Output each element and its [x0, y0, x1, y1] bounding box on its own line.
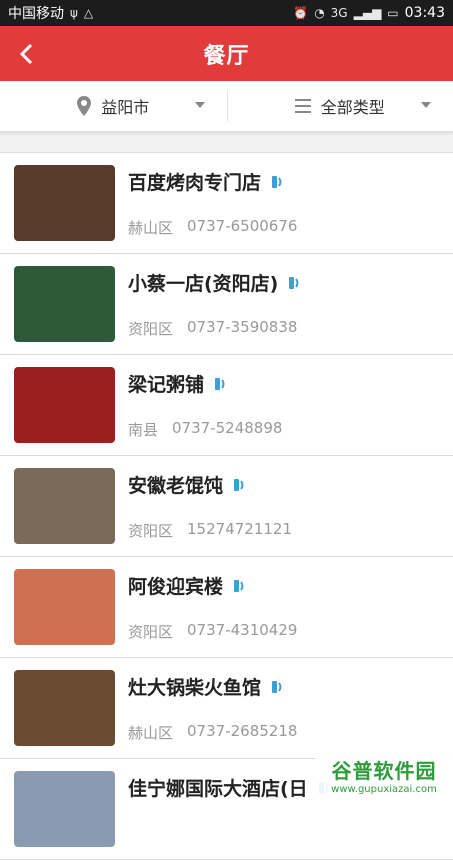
list-item[interactable]: 小蔡一店(资阳店) 资阳区 0737-3590838 — [0, 254, 453, 355]
restaurant-thumbnail — [14, 266, 115, 342]
speaker-icon[interactable] — [210, 375, 228, 393]
restaurant-thumbnail — [14, 771, 115, 847]
restaurant-name: 小蔡一店(资阳店) — [128, 269, 278, 296]
restaurant-name: 灶大锅柴火鱼馆 — [128, 673, 261, 700]
back-button[interactable] — [8, 36, 44, 72]
restaurant-phone[interactable]: 0737-3590838 — [187, 318, 297, 339]
chevron-down-icon — [421, 102, 431, 108]
back-arrow-icon — [18, 42, 34, 66]
speaker-icon[interactable] — [229, 476, 247, 494]
watermark-url: www.gupuxiazai.com — [331, 784, 437, 795]
restaurant-name: 安徽老馄饨 — [128, 471, 223, 498]
restaurant-district: 资阳区 — [128, 621, 173, 642]
restaurant-thumbnail — [14, 468, 115, 544]
status-bar: 中国移动 ψ △ ⏰ ◔ 3G ▂▄▆ ▭ 03:43 — [0, 0, 453, 26]
restaurant-phone[interactable]: 0737-5248898 — [172, 419, 282, 440]
list-icon — [295, 99, 311, 113]
restaurant-thumbnail — [14, 569, 115, 645]
list-item[interactable]: 灶大锅柴火鱼馆 赫山区 0737-2685218 — [0, 658, 453, 759]
list-item[interactable]: 百度烤肉专门店 赫山区 0737-6500676 — [0, 153, 453, 254]
notification-icon: △ — [84, 6, 93, 20]
title-bar: 餐厅 — [0, 26, 453, 81]
carrier-label: 中国移动 — [8, 3, 64, 23]
speaker-icon[interactable] — [284, 274, 302, 292]
restaurant-district: 资阳区 — [128, 520, 173, 541]
watermark-title: 谷普软件园 — [332, 755, 437, 784]
restaurant-district: 赫山区 — [128, 217, 173, 238]
battery-icon: ▭ — [387, 6, 398, 20]
location-pin-icon — [77, 96, 91, 116]
list-item[interactable]: 阿俊迎宾楼 资阳区 0737-4310429 — [0, 557, 453, 658]
list-item[interactable]: 梁记粥铺 南县 0737-5248898 — [0, 355, 453, 456]
speaker-icon[interactable] — [229, 577, 247, 595]
restaurant-name: 梁记粥铺 — [128, 370, 204, 397]
restaurant-name: 百度烤肉专门店 — [128, 168, 261, 195]
network-type-label: 3G — [331, 6, 348, 20]
restaurant-district: 资阳区 — [128, 318, 173, 339]
city-filter-label: 益阳市 — [101, 94, 149, 118]
speaker-icon[interactable] — [267, 678, 285, 696]
city-filter[interactable]: 益阳市 — [0, 81, 227, 131]
type-filter-label: 全部类型 — [321, 94, 385, 118]
filter-bar: 益阳市 全部类型 — [0, 81, 453, 132]
restaurant-phone[interactable]: 0737-2685218 — [187, 722, 297, 743]
restaurant-thumbnail — [14, 165, 115, 241]
restaurant-thumbnail — [14, 670, 115, 746]
chevron-down-icon — [195, 102, 205, 108]
speaker-icon[interactable] — [267, 173, 285, 191]
restaurant-phone[interactable]: 0737-4310429 — [187, 621, 297, 642]
signal-icon: ▂▄▆ — [354, 6, 382, 20]
restaurant-name: 佳宁娜国际大酒店(日 — [128, 774, 308, 801]
restaurant-phone[interactable]: 0737-6500676 — [187, 217, 297, 238]
restaurant-phone[interactable]: 15274721121 — [187, 520, 292, 541]
restaurant-name: 阿俊迎宾楼 — [128, 572, 223, 599]
restaurant-thumbnail — [14, 367, 115, 443]
type-filter[interactable]: 全部类型 — [227, 81, 453, 131]
restaurant-district: 南县 — [128, 419, 158, 440]
list-item[interactable]: 安徽老馄饨 资阳区 15274721121 — [0, 456, 453, 557]
page-title: 餐厅 — [203, 38, 249, 70]
clock: 03:43 — [405, 5, 445, 21]
usb-icon: ψ — [70, 6, 78, 20]
watermark: 谷普软件园 www.gupuxiazai.com — [315, 750, 453, 800]
wifi-icon: ◔ — [314, 6, 324, 20]
restaurant-district: 赫山区 — [128, 722, 173, 743]
alarm-icon: ⏰ — [293, 6, 308, 20]
